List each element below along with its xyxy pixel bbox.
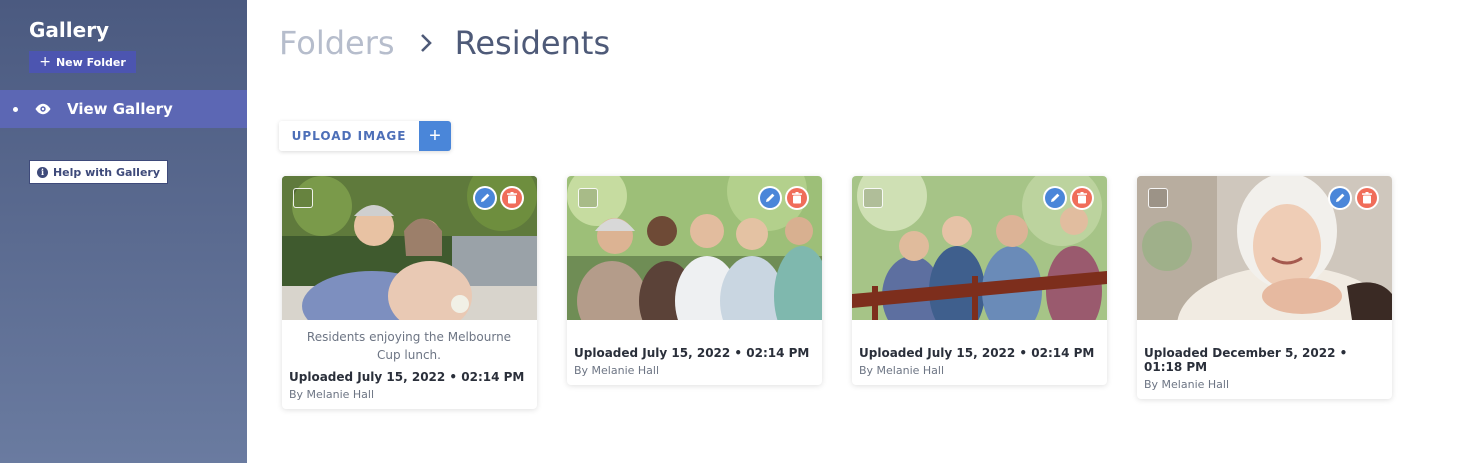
breadcrumb: Folders Residents [279, 24, 610, 62]
info-icon: i [36, 166, 48, 178]
select-checkbox[interactable] [578, 188, 598, 208]
help-label: Help with Gallery [52, 165, 161, 179]
chevron-right-icon [420, 34, 432, 52]
image-thumbnail[interactable] [282, 176, 537, 320]
sidebar-item-view-gallery[interactable]: View Gallery [0, 90, 247, 128]
pencil-icon [760, 188, 780, 208]
sidebar-item-label: View Gallery [67, 100, 173, 118]
breadcrumb-folders-link[interactable]: Folders [279, 24, 395, 62]
pencil-icon [1330, 188, 1350, 208]
image-thumbnail[interactable] [1137, 176, 1392, 320]
new-folder-label: New Folder [55, 55, 126, 69]
image-caption: Residents enjoying the Melbourne Cup lun… [306, 330, 512, 362]
uploader-name: By Melanie Hall [1144, 378, 1230, 391]
page-title: Residents [454, 24, 611, 62]
delete-button[interactable] [500, 186, 524, 210]
pencil-icon [1045, 188, 1065, 208]
plus-icon: + [39, 54, 51, 70]
upload-image-button[interactable]: UPLOAD IMAGE [279, 121, 419, 151]
uploader-name: By Melanie Hall [859, 364, 945, 377]
image-thumbnail[interactable] [567, 176, 822, 320]
edit-button[interactable] [1043, 186, 1067, 210]
upload-date: Uploaded July 15, 2022 • 02:14 PM [859, 346, 1095, 360]
upload-image-control[interactable]: UPLOAD IMAGE + [279, 121, 451, 151]
uploader-name: By Melanie Hall [289, 388, 375, 401]
delete-button[interactable] [1355, 186, 1379, 210]
image-card[interactable]: Residents enjoying the Melbourne Cup lun… [282, 176, 537, 409]
image-card-body: Uploaded July 15, 2022 • 02:14 PM By Mel… [567, 320, 822, 385]
active-dot-icon [13, 106, 18, 112]
new-folder-button[interactable]: + New Folder [29, 51, 136, 73]
select-checkbox[interactable] [293, 188, 313, 208]
image-card-body: Uploaded December 5, 2022 • 01:18 PM By … [1137, 320, 1392, 399]
select-checkbox[interactable] [1148, 188, 1168, 208]
edit-button[interactable] [473, 186, 497, 210]
sidebar-title: Gallery [29, 18, 110, 42]
uploader-name: By Melanie Hall [574, 364, 660, 377]
trash-icon [502, 188, 522, 208]
image-card-body: Uploaded July 15, 2022 • 02:14 PM By Mel… [852, 320, 1107, 385]
edit-button[interactable] [758, 186, 782, 210]
edit-button[interactable] [1328, 186, 1352, 210]
upload-plus-button[interactable]: + [419, 121, 451, 151]
image-thumbnail[interactable] [852, 176, 1107, 320]
upload-date: Uploaded December 5, 2022 • 01:18 PM [1144, 346, 1348, 374]
pencil-icon [475, 188, 495, 208]
eye-icon [35, 103, 51, 115]
upload-date: Uploaded July 15, 2022 • 02:14 PM [289, 370, 525, 384]
trash-icon [1072, 188, 1092, 208]
trash-icon [1357, 188, 1377, 208]
help-gallery-button[interactable]: i Help with Gallery [29, 160, 168, 184]
select-checkbox[interactable] [863, 188, 883, 208]
delete-button[interactable] [1070, 186, 1094, 210]
image-card[interactable]: Uploaded July 15, 2022 • 02:14 PM By Mel… [567, 176, 822, 385]
trash-icon [787, 188, 807, 208]
image-card[interactable]: Uploaded July 15, 2022 • 02:14 PM By Mel… [852, 176, 1107, 385]
sidebar: Gallery + New Folder View Gallery i Help… [0, 0, 247, 463]
delete-button[interactable] [785, 186, 809, 210]
image-card-body: Residents enjoying the Melbourne Cup lun… [282, 320, 537, 409]
image-card[interactable]: Uploaded December 5, 2022 • 01:18 PM By … [1137, 176, 1392, 399]
upload-date: Uploaded July 15, 2022 • 02:14 PM [574, 346, 810, 360]
